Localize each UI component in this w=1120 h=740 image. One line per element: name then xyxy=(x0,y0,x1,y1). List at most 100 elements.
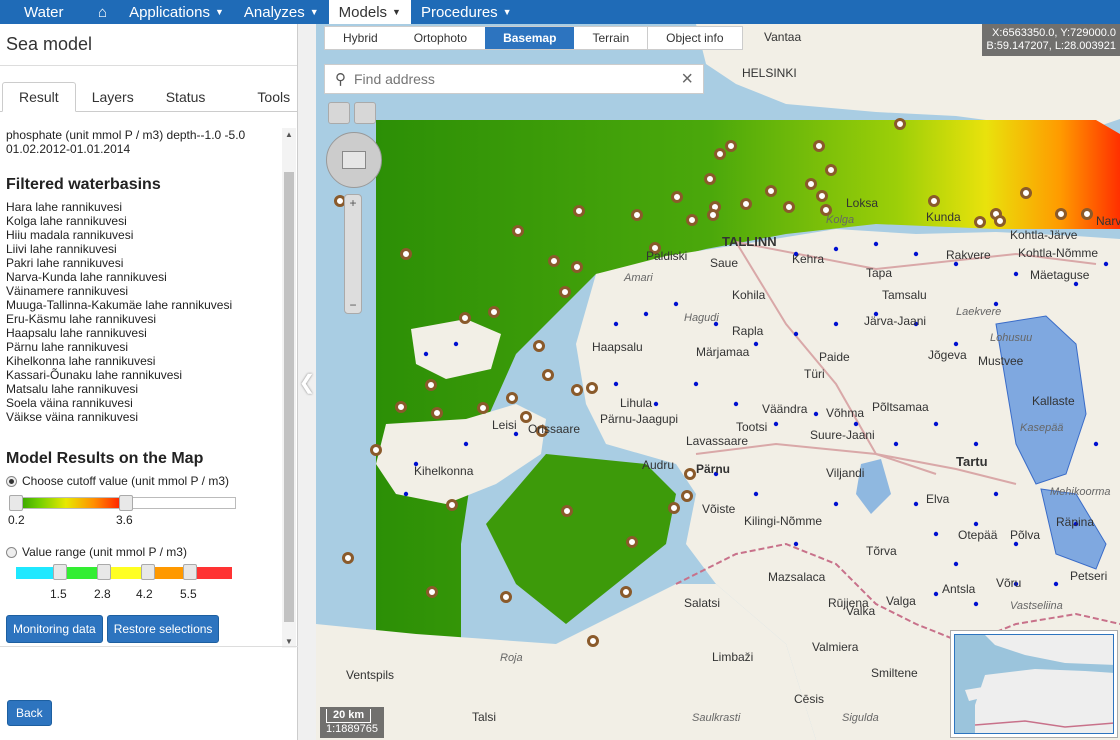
layer-object-info[interactable]: Object info xyxy=(647,27,741,49)
place-label: Vantaa xyxy=(764,30,802,44)
coords-xy: X:6563350.0, Y:729000.0 xyxy=(992,27,1116,39)
zoom-extent-icon[interactable] xyxy=(342,151,366,169)
range-handle-1[interactable] xyxy=(53,564,67,580)
place-label: Kohtla-Nõmme xyxy=(1018,246,1099,260)
place-label: Tartu xyxy=(956,454,988,469)
place-label: Lavassaare xyxy=(686,434,749,448)
layer-terrain[interactable]: Terrain xyxy=(574,27,647,49)
zoom-out-icon[interactable]: − xyxy=(347,299,359,311)
model-period: 01.02.2012-01.01.2014 xyxy=(6,142,131,156)
place-label: Cēsis xyxy=(794,692,825,706)
cutoff-slider[interactable] xyxy=(9,495,236,511)
place-label: Roja xyxy=(500,652,523,664)
tab-tools[interactable]: Tools xyxy=(241,82,306,112)
nav-analyzes[interactable]: Analyzes ▼ xyxy=(234,0,329,24)
place-label: Türi xyxy=(804,367,825,381)
place-label: Leisi xyxy=(492,418,517,432)
place-label: Pärnu xyxy=(696,462,731,476)
panel-tabs: Result Layers Status Tools xyxy=(0,82,298,112)
cutoff-max-handle[interactable] xyxy=(119,495,133,511)
range-slider[interactable] xyxy=(16,564,232,580)
place-label: Kohtla-Järve xyxy=(1010,228,1078,242)
scale-distance: 20 km xyxy=(326,709,372,723)
cutoff-gradient xyxy=(11,498,121,508)
panel-divider xyxy=(0,646,298,647)
place-label: Tõrva xyxy=(866,544,897,558)
chevron-down-icon: ▼ xyxy=(392,7,401,17)
place-label: Kasepää xyxy=(1020,422,1064,434)
place-label: Lihula xyxy=(620,396,653,410)
scroll-down-icon[interactable]: ▼ xyxy=(285,637,293,646)
scroll-thumb[interactable] xyxy=(284,172,294,622)
place-label: Otepää xyxy=(958,528,998,542)
address-search-input[interactable] xyxy=(354,71,682,87)
range-handle-3[interactable] xyxy=(141,564,155,580)
range-tick-4: 5.5 xyxy=(180,587,197,601)
result-content: phosphate (unit mmol P / m3) depth--1.0 … xyxy=(6,128,282,648)
nav-applications[interactable]: Applications ▼ xyxy=(119,0,234,24)
tab-layers[interactable]: Layers xyxy=(76,82,150,112)
basin-item: Pärnu lahe rannikuvesi xyxy=(6,340,129,354)
tab-status[interactable]: Status xyxy=(150,82,222,112)
back-button[interactable]: Back xyxy=(7,700,52,726)
nav-procedures[interactable]: Procedures ▼ xyxy=(411,0,522,24)
panel-collapse-handle[interactable]: ❮ xyxy=(298,24,316,740)
monitoring-data-button[interactable]: Monitoring data xyxy=(6,615,103,643)
range-handle-2[interactable] xyxy=(97,564,111,580)
place-label: Viljandi xyxy=(826,466,865,480)
place-label: Mazsalaca xyxy=(768,570,826,584)
place-label: Kilingi-Nõmme xyxy=(744,514,823,528)
basin-item: Kolga lahe rannikuvesi xyxy=(6,214,127,228)
place-label: Jõgeva xyxy=(928,348,967,362)
pan-control[interactable] xyxy=(326,132,382,188)
basin-item: Väikse väina rannikuvesi xyxy=(6,410,139,424)
place-label: Narva xyxy=(1096,214,1120,228)
layer-ortophoto[interactable]: Ortophoto xyxy=(396,27,485,49)
scroll-up-icon[interactable]: ▲ xyxy=(285,130,293,139)
cutoff-option[interactable]: Choose cutoff value (unit mmol P / m3) xyxy=(6,474,282,488)
nav-models[interactable]: Models ▼ xyxy=(328,0,411,24)
place-label: Võiste xyxy=(702,502,736,516)
place-label: Tootsi xyxy=(736,420,768,434)
layer-basemap[interactable]: Basemap xyxy=(485,27,575,49)
history-forward-icon[interactable] xyxy=(354,102,376,124)
side-panel: Sea model Result Layers Status Tools pho… xyxy=(0,24,298,740)
basin-item: Väinamere rannikuvesi xyxy=(6,284,129,298)
range-handle-4[interactable] xyxy=(183,564,197,580)
panel-scrollbar[interactable]: ▲ ▼ xyxy=(282,128,296,648)
place-label: HELSINKI xyxy=(742,66,797,80)
basin-list: Hara lahe rannikuvesi Kolga lahe rannikuv… xyxy=(6,200,282,424)
place-label: Ventspils xyxy=(346,668,395,682)
place-label: Mehikoorma xyxy=(1050,486,1111,498)
layer-hybrid[interactable]: Hybrid xyxy=(325,27,396,49)
close-icon[interactable]: × xyxy=(681,68,693,91)
chevron-down-icon: ▼ xyxy=(502,7,512,17)
results-title: Model Results on the Map xyxy=(6,450,204,467)
place-label: Haapsalu xyxy=(592,340,643,354)
nav-procedures-label: Procedures xyxy=(420,3,498,21)
place-label: Rakvere xyxy=(946,248,991,262)
filtered-title: Filtered waterbasins xyxy=(6,176,161,193)
range-tick-3: 4.2 xyxy=(136,587,153,601)
range-radio[interactable] xyxy=(6,546,17,558)
range-label: Value range (unit mmol P / m3) xyxy=(22,545,187,559)
range-option[interactable]: Value range (unit mmol P / m3) xyxy=(6,545,282,559)
zoom-slider[interactable]: + − xyxy=(344,194,362,314)
place-label: Kunda xyxy=(926,210,961,224)
place-label: Elva xyxy=(926,492,950,506)
tab-result[interactable]: Result xyxy=(2,82,76,112)
restore-selections-button[interactable]: Restore selections xyxy=(106,615,220,643)
zoom-in-icon[interactable]: + xyxy=(347,197,359,209)
overview-map[interactable] xyxy=(950,630,1118,738)
place-label: Järva-Jaani xyxy=(864,314,927,328)
place-label: Vastseliina xyxy=(1010,600,1063,612)
map-view[interactable]: Vantaa HELSINKI TALLINN Kehra Tapa Tamsa… xyxy=(316,24,1120,740)
basin-item: Kassari-Õunaku lahe rannikuvesi xyxy=(6,368,183,382)
place-label: Saulkrasti xyxy=(692,712,741,724)
home-icon[interactable]: ⌂ xyxy=(86,0,119,24)
history-back-icon[interactable] xyxy=(328,102,350,124)
place-label: Petseri xyxy=(1070,569,1108,583)
brand-title[interactable]: Water xyxy=(0,4,86,21)
cutoff-min-handle[interactable] xyxy=(9,495,23,511)
cutoff-radio[interactable] xyxy=(6,475,17,487)
